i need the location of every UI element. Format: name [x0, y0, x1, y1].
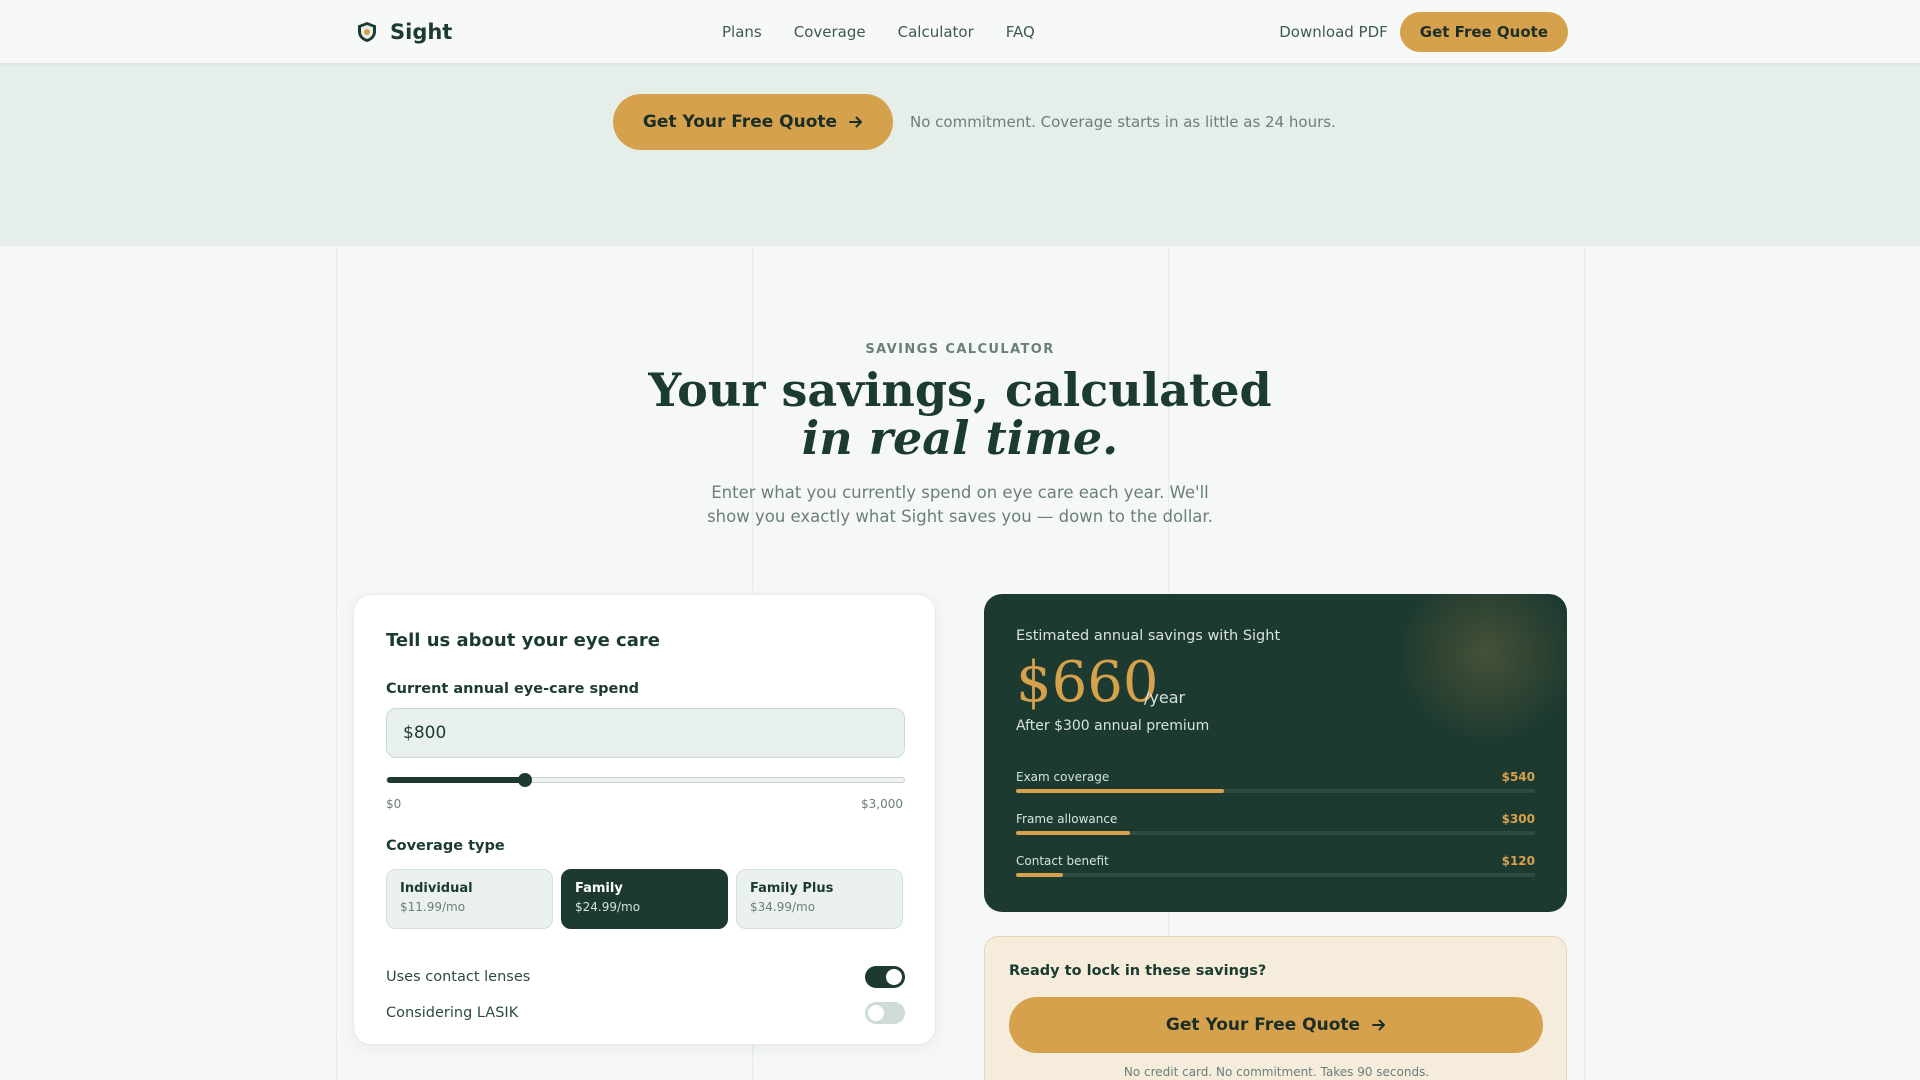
breakdown-fill: [1016, 789, 1224, 793]
toggle-knob: [886, 969, 902, 985]
hero-note: No commitment. Coverage starts in as lit…: [910, 113, 1336, 131]
slider-min-label: $0: [386, 797, 402, 811]
contacts-label: Uses contact lenses: [386, 969, 531, 985]
breakdown-label: Exam coverage: [1016, 770, 1110, 784]
site-header: Sight Plans Coverage Calculator FAQ Down…: [0, 0, 1920, 64]
plan-price: $34.99/mo: [750, 900, 816, 914]
brand-name: Sight: [390, 20, 453, 44]
cta-quote-label: Get Your Free Quote: [1165, 1015, 1361, 1035]
nav-coverage[interactable]: Coverage: [794, 23, 866, 41]
breakdown-value: $120: [1501, 854, 1535, 868]
nav-plans[interactable]: Plans: [722, 23, 762, 41]
main-nav: Plans Coverage Calculator FAQ: [722, 23, 1035, 41]
shield-logo-icon: [358, 22, 376, 42]
lasik-label: Considering LASIK: [386, 1005, 519, 1021]
savings-label: Estimated annual savings with Sight: [1016, 628, 1281, 644]
nav-calculator[interactable]: Calculator: [898, 23, 974, 41]
lasik-toggle[interactable]: [865, 1002, 905, 1024]
plan-price: $24.99/mo: [575, 900, 641, 914]
eye-care-form-card: Tell us about your eye care Current annu…: [353, 594, 936, 1045]
breakdown-label: Frame allowance: [1016, 812, 1118, 826]
breakdown-row-exam: Exam coverage $540: [1016, 770, 1535, 793]
breakdown-row-frame: Frame allowance $300: [1016, 812, 1535, 835]
breakdown-track: [1016, 789, 1535, 793]
plan-family[interactable]: Family $24.99/mo: [561, 869, 728, 929]
get-free-quote-button[interactable]: Get Free Quote: [1399, 12, 1568, 52]
nav-faq[interactable]: FAQ: [1006, 23, 1035, 41]
breakdown-value: $540: [1501, 770, 1535, 784]
savings-amount: $660: [1016, 650, 1159, 715]
spend-label: Current annual eye-care spend: [386, 681, 640, 697]
header-actions: Download PDF Get Free Quote: [1279, 12, 1568, 52]
toggle-knob: [868, 1005, 884, 1021]
plan-name: Family: [575, 881, 623, 896]
cta-question: Ready to lock in these savings?: [1009, 963, 1267, 979]
title-line-1: Your savings, calculated: [648, 363, 1272, 417]
contacts-toggle-row: Uses contact lenses: [386, 965, 905, 989]
form-title: Tell us about your eye care: [386, 630, 660, 651]
premium-note: After $300 annual premium: [1016, 718, 1210, 734]
breakdown-row-contact: Contact benefit $120: [1016, 854, 1535, 877]
coverage-options: Individual $11.99/mo Family $24.99/mo Fa…: [386, 869, 903, 929]
breakdown-track: [1016, 873, 1535, 877]
slider-max-label: $3,000: [861, 797, 903, 811]
cta-note: No credit card. No commitment. Takes 90 …: [1123, 1065, 1430, 1079]
breakdown-value: $300: [1501, 812, 1535, 826]
arrow-right-icon: [849, 116, 863, 128]
decorative-glow: [1377, 594, 1567, 754]
hero-band: [0, 64, 1920, 246]
arrow-right-icon: [1372, 1019, 1386, 1031]
plan-name: Individual: [400, 881, 473, 896]
cta-quote-button[interactable]: Get Your Free Quote: [1009, 997, 1543, 1053]
lock-in-cta-box: Ready to lock in these savings? Get Your…: [984, 936, 1567, 1080]
breakdown-label: Contact benefit: [1016, 854, 1109, 868]
section-title: Your savings, calculated in real time.: [0, 366, 1920, 462]
plan-individual[interactable]: Individual $11.99/mo: [386, 869, 553, 929]
plan-price: $11.99/mo: [400, 900, 466, 914]
title-line-2: in real time.: [801, 411, 1119, 465]
annual-spend-input[interactable]: [386, 708, 905, 758]
download-pdf-link[interactable]: Download PDF: [1279, 23, 1388, 41]
savings-unit: /year: [1144, 688, 1186, 707]
breakdown-fill: [1016, 873, 1063, 877]
section-eyebrow: SAVINGS CALCULATOR: [865, 342, 1055, 357]
plan-family-plus[interactable]: Family Plus $34.99/mo: [736, 869, 903, 929]
savings-results-card: Estimated annual savings with Sight $660…: [984, 594, 1567, 912]
hero-quote-button[interactable]: Get Your Free Quote: [613, 94, 893, 150]
slider-fill: [387, 777, 525, 783]
coverage-type-label: Coverage type: [386, 838, 505, 854]
hero-quote-label: Get Your Free Quote: [642, 112, 838, 132]
plan-name: Family Plus: [750, 881, 834, 896]
slider-thumb[interactable]: [517, 773, 532, 787]
spend-slider[interactable]: [386, 773, 905, 787]
breakdown-fill: [1016, 831, 1131, 835]
lasik-toggle-row: Considering LASIK: [386, 1001, 905, 1025]
contacts-toggle[interactable]: [865, 966, 905, 988]
breakdown-track: [1016, 831, 1535, 835]
brand[interactable]: Sight: [356, 20, 452, 44]
section-subtitle: Enter what you currently spend on eye ca…: [707, 483, 1213, 526]
